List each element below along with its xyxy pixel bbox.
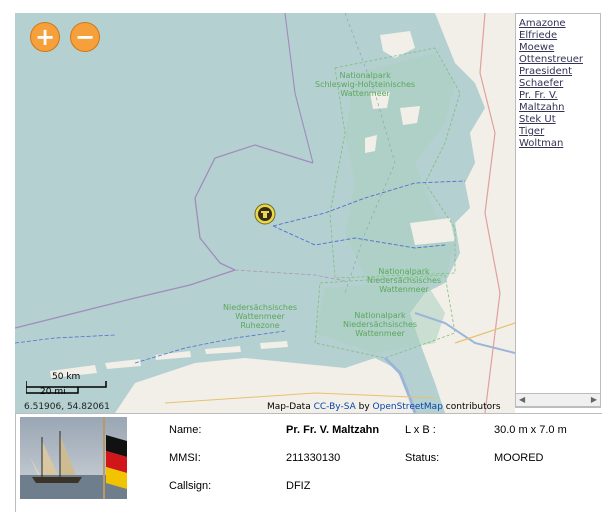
park-label-line: Nationalpark — [378, 267, 430, 276]
ship-link-praesident[interactable]: Praesident — [519, 66, 572, 77]
attribution-prefix: Map-Data — [267, 402, 311, 412]
park-label-schleswig-holstein: Nationalpark Schleswig-Holsteinisches Wa… — [315, 71, 415, 98]
ship-link-amazone[interactable]: Amazone — [519, 18, 566, 29]
scale-km-label: 50 km — [52, 372, 81, 382]
park-label-line: Wattenmeer — [340, 89, 390, 98]
vessel-mmsi: 211330130 — [286, 452, 341, 464]
ship-link-maltzahn-line1[interactable]: Pr. Fr. V. — [519, 90, 558, 101]
status-label: Status: — [405, 452, 440, 464]
scale-bar: 50 km 20 mi — [26, 367, 156, 407]
scroll-left-icon[interactable]: ◀ — [519, 395, 525, 404]
vessel-callsign: DFIZ — [286, 480, 311, 492]
vessel-status: MOORED — [494, 452, 544, 464]
callsign-label: Callsign: — [169, 480, 212, 492]
ship-link-ottenstreuer[interactable]: Ottenstreuer — [519, 54, 583, 65]
park-label-niedersachsen-1: Nationalpark Niedersächsisches Wattenmee… — [367, 267, 441, 294]
park-label-line: Niedersächsisches — [343, 320, 418, 329]
park-label-niedersachsen-2: Nationalpark Niedersächsisches Wattenmee… — [343, 311, 417, 338]
license-link[interactable]: CC-By-SA — [314, 402, 356, 412]
map-attribution: Map-Data CC-By-SA by OpenStreetMap contr… — [267, 402, 501, 412]
ship-link-woltman[interactable]: Woltman — [519, 138, 563, 149]
park-label-line: Wattenmeer — [355, 329, 405, 338]
park-label-line: Schleswig-Holsteinisches — [315, 80, 416, 89]
park-label-line: Wattenmeer — [235, 312, 285, 321]
name-label: Name: — [169, 424, 202, 436]
ship-link-tiger[interactable]: Tiger — [519, 126, 544, 137]
vessel-info-panel: Name: Pr. Fr. V. Maltzahn L x B : 30.0 m… — [15, 413, 602, 512]
park-label-line: Niedersächsisches — [223, 303, 298, 312]
park-label-ruhezone: Niedersächsisches Wattenmeer Ruhezone — [223, 303, 297, 330]
attribution-by: by — [358, 402, 370, 412]
mmsi-label: MMSI: — [169, 452, 201, 464]
attribution-suffix: contributors — [445, 402, 501, 412]
mouse-coordinates: 6.51906, 54.82061 — [24, 402, 110, 412]
ship-marker-icon[interactable] — [254, 203, 276, 225]
park-label-line: Ruhezone — [240, 321, 280, 330]
park-label-line: Nationalpark — [339, 71, 391, 80]
ship-link-moewe[interactable]: Moewe — [519, 42, 554, 53]
scroll-right-icon[interactable]: ▶ — [591, 395, 597, 404]
vessel-dimensions: 30.0 m x 7.0 m — [494, 424, 567, 436]
ship-list-panel[interactable]: Amazone Elfriede Moewe Ottenstreuer Prae… — [515, 13, 601, 408]
ship-link-maltzahn-line2[interactable]: Maltzahn — [519, 102, 565, 113]
vessel-photo — [20, 417, 127, 499]
park-label-line: Nationalpark — [354, 311, 406, 320]
zoom-in-button[interactable]: + — [30, 22, 60, 52]
scale-mi-label: 20 mi — [40, 387, 66, 397]
openstreetmap-link[interactable]: OpenStreetMap — [373, 402, 443, 412]
ship-link-elfriede[interactable]: Elfriede — [519, 30, 557, 41]
ship-link-stek-ut[interactable]: Stek Ut — [519, 114, 556, 125]
dims-label: L x B : — [405, 424, 436, 436]
ship-list-scrollbar[interactable]: ◀ ▶ — [515, 393, 601, 407]
map-view[interactable]: + − Nationalpark Schleswig-Holsteinische… — [15, 13, 515, 413]
park-label-line: Wattenmeer — [379, 285, 429, 294]
vessel-name: Pr. Fr. V. Maltzahn — [286, 424, 380, 436]
zoom-out-button[interactable]: − — [70, 22, 100, 52]
ship-link-schaefer[interactable]: Schaefer — [519, 78, 563, 89]
park-label-line: Niedersächsisches — [367, 276, 442, 285]
